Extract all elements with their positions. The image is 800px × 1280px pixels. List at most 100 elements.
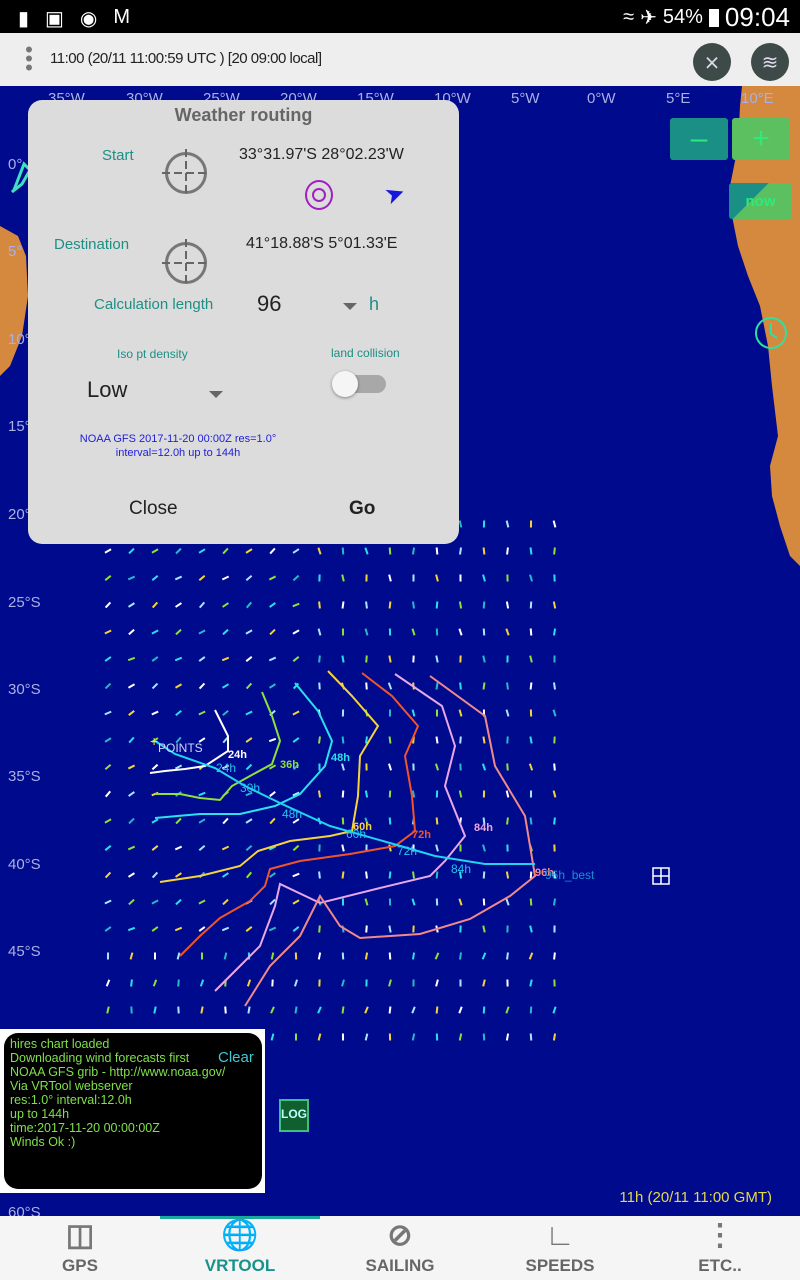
wind-barb (104, 601, 112, 609)
wind-barb (198, 818, 206, 824)
iso-label: 36h (280, 759, 299, 771)
wind-barb (221, 683, 230, 689)
wind-barb (458, 547, 463, 555)
wind-barb (294, 1006, 298, 1014)
gps-device-icon: ◫ (65, 1219, 95, 1252)
wind-barb (341, 655, 345, 663)
tab-vrtool[interactable]: 🌐 VRTOOL (160, 1216, 320, 1280)
isochrone-60h (159, 670, 380, 883)
wind-barb (505, 871, 510, 879)
zoom-in-button[interactable]: + (732, 118, 790, 160)
wind-barb (104, 656, 112, 662)
wind-barb (104, 926, 112, 932)
tab-sailing[interactable]: ⊘ SAILING (320, 1216, 480, 1280)
wind-barb (388, 925, 392, 933)
dropdown-arrow-icon[interactable] (209, 391, 223, 398)
wind-barb (198, 926, 206, 932)
wind-barb (435, 1006, 439, 1014)
tab-gps[interactable]: ◫ GPS (0, 1216, 160, 1280)
land-collision-label: land collision (331, 346, 400, 360)
message-icon: ▮ (18, 8, 30, 30)
wind-barb (411, 709, 416, 717)
wind-barb (175, 710, 182, 716)
wind-barb (552, 898, 557, 906)
wind-barb (364, 1033, 369, 1041)
wind-barb (269, 628, 276, 636)
now-button[interactable]: now (729, 183, 792, 219)
wind-barb (151, 899, 159, 905)
crosshair-start-icon[interactable] (162, 149, 210, 197)
battery-icon (708, 8, 719, 27)
wind-barbs (104, 520, 557, 1041)
wind-barb (128, 898, 135, 906)
go-button[interactable]: Go (349, 498, 375, 520)
gmail-icon: M (113, 6, 131, 28)
wind-barb (435, 844, 439, 852)
wind-barb (458, 1006, 463, 1014)
route-label: 72h (397, 844, 417, 858)
wind-barb (435, 871, 439, 879)
clear-log-button[interactable]: Clear (218, 1049, 254, 1066)
wind-barb (317, 547, 322, 555)
wind-barb (198, 574, 206, 582)
wind-icon[interactable]: ≋ (751, 43, 789, 81)
crosshair-destination-icon[interactable] (162, 239, 210, 287)
wind-barb (553, 817, 556, 825)
wind-barb (153, 1006, 157, 1014)
wind-barb (104, 790, 112, 798)
wind-barb (152, 979, 158, 987)
target-icon[interactable] (305, 180, 333, 210)
log-line: NOAA GFS grib - http://www.noaa.gov/ (10, 1065, 226, 1079)
lat-label: 60°S (8, 1204, 41, 1216)
wind-barb (482, 547, 486, 555)
wind-barb (268, 926, 277, 932)
wind-barb (552, 520, 557, 528)
log-button[interactable]: LOG (279, 1099, 309, 1132)
wind-barb (341, 871, 345, 879)
wind-barb (364, 1006, 369, 1014)
wind-barb (388, 871, 392, 879)
wind-barb (176, 952, 181, 960)
wind-barb (127, 926, 136, 932)
no-sailing-icon[interactable]: ⨯ (693, 43, 731, 81)
wind-barb (198, 710, 206, 716)
wind-barb (222, 628, 229, 636)
navigation-arrow-icon[interactable]: ➤ (381, 177, 410, 211)
lon-label: 10°E (741, 90, 774, 107)
wind-barb (505, 1006, 510, 1014)
dropdown-arrow-icon[interactable] (343, 303, 357, 310)
wind-barb (151, 656, 159, 662)
wind-barb (268, 575, 277, 581)
wind-barb (292, 710, 300, 716)
wind-barb (529, 628, 533, 636)
wind-barb (104, 871, 112, 879)
calc-length-unit: h (369, 294, 380, 314)
close-button[interactable]: Close (129, 498, 178, 520)
wind-barb (529, 925, 533, 933)
wind-barb (552, 628, 557, 636)
overflow-menu-icon[interactable]: • • • (22, 39, 36, 79)
wind-barb (175, 898, 182, 906)
wind-barb (222, 709, 229, 717)
wind-barb (552, 682, 557, 690)
wind-barb (365, 682, 368, 690)
calc-length-select[interactable]: 96 (257, 291, 281, 317)
wifi-icon: ≈ (623, 6, 635, 28)
wind-barb (388, 601, 392, 609)
tab-etc[interactable]: ⋮ ETC.. (640, 1216, 800, 1280)
lat-label: 25°S (8, 594, 41, 611)
log-line: time:2017-11-20 00:00:00Z (10, 1121, 160, 1135)
wind-barb (128, 791, 135, 797)
wind-barb (151, 629, 159, 635)
iso-density-select[interactable]: Low (87, 377, 127, 403)
wind-barb (529, 979, 533, 987)
zoom-out-button[interactable]: – (670, 118, 728, 160)
tab-speeds[interactable]: ∟ SPEEDS (480, 1216, 640, 1280)
wind-barb (224, 1006, 227, 1014)
wind-barb (127, 683, 136, 689)
land-collision-toggle[interactable] (332, 371, 386, 397)
bottom-nav: ◫ GPS 🌐 VRTOOL ⊘ SAILING ∟ SPEEDS ⋮ ETC.. (0, 1216, 800, 1280)
wind-barb (292, 602, 300, 608)
cursor-crosshair (652, 867, 670, 885)
weather-routing-dialog: Weather routing Start 33°31.97'S 28°02.2… (28, 100, 459, 544)
